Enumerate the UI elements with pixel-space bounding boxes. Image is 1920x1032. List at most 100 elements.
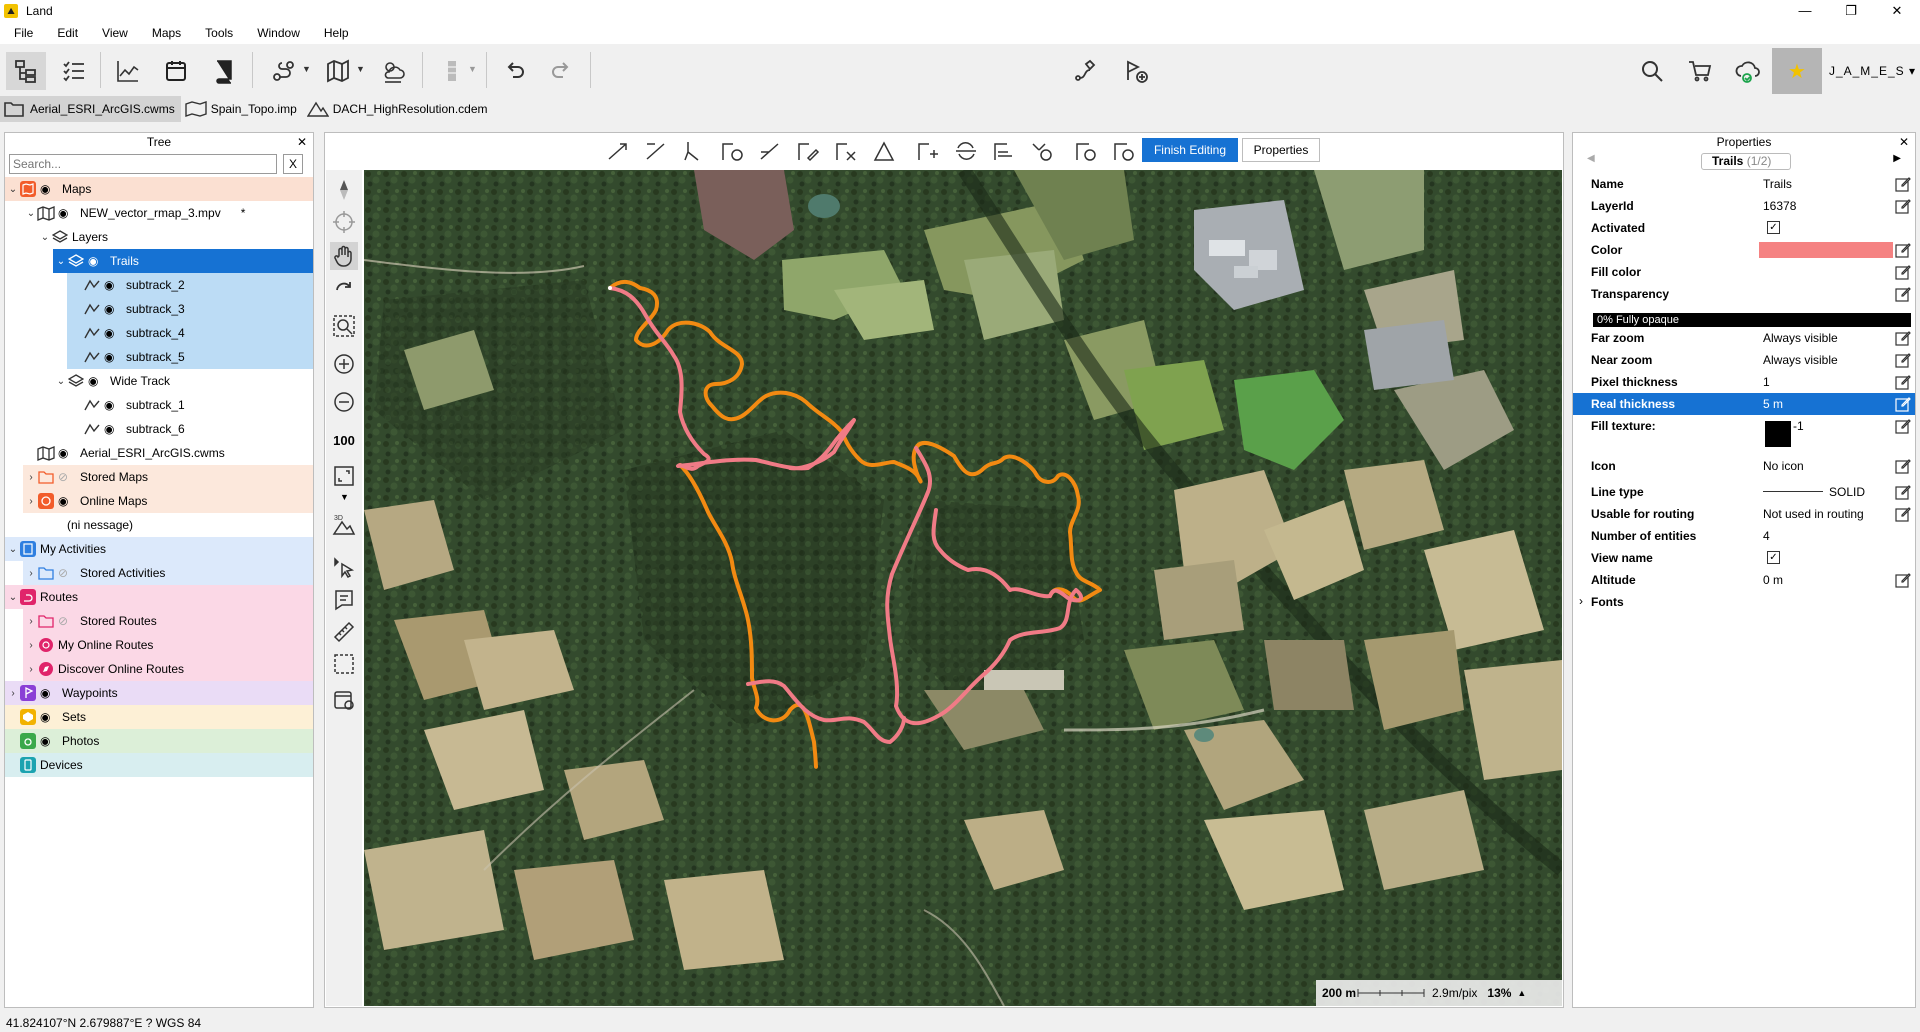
chevron-right-icon[interactable]: ›	[25, 472, 37, 483]
chevron-down-icon[interactable]: ▼	[302, 64, 311, 74]
hidden-eye-icon[interactable]: ⊘	[58, 614, 74, 628]
route-tools-button[interactable]	[264, 52, 304, 90]
chevron-down-icon[interactable]: ⌄	[7, 592, 19, 603]
chevron-down-icon[interactable]: ▼	[340, 492, 349, 502]
activated-checkbox[interactable]: ✓	[1767, 221, 1780, 234]
file-tab-aerial[interactable]: Aerial_ESRI_ArcGIS.cwms	[0, 96, 181, 122]
prev-layer-arrow-icon[interactable]: ◀	[1587, 153, 1595, 164]
tree-node-subtrack-5[interactable]: ◉ subtrack_5	[67, 345, 313, 369]
tree-node-subtrack-4[interactable]: ◉ subtrack_4	[67, 321, 313, 345]
visibility-eye-icon[interactable]: ◉	[58, 206, 74, 220]
file-tab-spain-topo[interactable]: Spain_Topo.imp	[181, 96, 303, 122]
chevron-up-icon[interactable]: ▲	[1517, 988, 1526, 998]
zoom-area-button[interactable]	[330, 312, 358, 340]
edit-icon[interactable]	[1895, 374, 1911, 390]
tree-node-vector-map[interactable]: ⌄ ◉ NEW_vector_rmap_3.mpv *	[5, 201, 313, 225]
tree-node-layers[interactable]: ⌄ Layers	[5, 225, 313, 249]
edit-icon[interactable]	[1895, 572, 1911, 588]
visibility-eye-icon[interactable]: ◉	[40, 182, 56, 196]
visibility-eye-icon[interactable]: ◉	[104, 350, 120, 364]
visibility-eye-icon[interactable]: ◉	[88, 374, 104, 388]
tree-node-aerial-map[interactable]: ◉ Aerial_ESRI_ArcGIS.cwms	[5, 441, 313, 465]
visibility-eye-icon[interactable]: ◉	[88, 254, 104, 268]
select-tool-button[interactable]	[330, 554, 358, 582]
reverse-button[interactable]	[952, 138, 980, 164]
calendar-button[interactable]	[156, 52, 196, 90]
elevation-chart-button[interactable]	[108, 52, 148, 90]
auto-route-button[interactable]	[1028, 138, 1056, 164]
rotate-button[interactable]	[330, 276, 358, 304]
edit-icon[interactable]	[1895, 286, 1911, 302]
visibility-eye-icon[interactable]: ◉	[58, 494, 74, 508]
redo-button[interactable]	[542, 52, 582, 90]
split-button[interactable]	[680, 138, 708, 164]
compass-button[interactable]	[330, 176, 358, 204]
zoom-out-button[interactable]	[330, 388, 358, 416]
tree-node-my-activities[interactable]: ⌄ My Activities	[5, 537, 313, 561]
add-node-button[interactable]	[718, 138, 746, 164]
layer-selector[interactable]: Trails (1/2)	[1701, 153, 1791, 170]
chevron-down-icon[interactable]: ⌄	[55, 256, 67, 267]
tree-node-subtrack-6[interactable]: ◉ subtrack_6	[67, 417, 313, 441]
fill-color-swatch[interactable]	[1759, 264, 1893, 280]
close-track-2-button[interactable]	[1110, 138, 1138, 164]
book-button[interactable]	[204, 52, 244, 90]
visibility-eye-icon[interactable]: ◉	[58, 446, 74, 460]
edit-icon[interactable]	[1895, 352, 1911, 368]
chevron-right-icon[interactable]: ›	[25, 664, 37, 675]
texture-swatch[interactable]	[1765, 421, 1791, 447]
edit-icon[interactable]	[1895, 176, 1911, 192]
close-button[interactable]: ✕	[1874, 0, 1920, 22]
view-name-checkbox[interactable]: ✓	[1767, 551, 1780, 564]
hidden-eye-icon[interactable]: ⊘	[58, 470, 74, 484]
menu-help[interactable]: Help	[312, 26, 361, 40]
close-panel-button[interactable]: ✕	[297, 133, 307, 151]
tree-node-subtrack-1[interactable]: ◉ subtrack_1	[67, 393, 313, 417]
select-area-button[interactable]	[330, 650, 358, 678]
chevron-down-icon[interactable]: ⌄	[55, 376, 67, 387]
color-swatch[interactable]	[1759, 242, 1893, 258]
clear-search-button[interactable]: X	[283, 154, 303, 174]
pan-button[interactable]	[330, 242, 358, 270]
tree-node-routes[interactable]: ⌄ Routes	[5, 585, 313, 609]
next-layer-arrow-icon[interactable]: ▶	[1893, 153, 1901, 164]
notes-button[interactable]	[330, 586, 358, 614]
fit-view-button[interactable]	[330, 462, 358, 490]
visibility-eye-icon[interactable]: ◉	[104, 422, 120, 436]
edit-icon[interactable]	[1895, 458, 1911, 474]
edit-icon[interactable]	[1895, 396, 1911, 412]
edit-icon[interactable]	[1895, 506, 1911, 522]
cut-button[interactable]	[832, 138, 860, 164]
join-button[interactable]	[756, 138, 784, 164]
visibility-eye-icon[interactable]: ◉	[104, 302, 120, 316]
visibility-eye-icon[interactable]: ◉	[40, 734, 56, 748]
chevron-down-icon[interactable]: ⌄	[25, 208, 37, 219]
chevron-down-icon[interactable]: ▼	[356, 64, 365, 74]
transparency-slider[interactable]: 0% Fully opaque	[1593, 313, 1911, 327]
menu-window[interactable]: Window	[245, 26, 312, 40]
chevron-right-icon[interactable]: ›	[25, 496, 37, 507]
finish-editing-button[interactable]: Finish Editing	[1142, 138, 1238, 162]
chevron-down-icon[interactable]: ⌄	[7, 544, 19, 555]
tree-node-online-maps[interactable]: › ◉ Online Maps	[23, 489, 313, 513]
menu-tools[interactable]: Tools	[193, 26, 245, 40]
prop-real-thickness[interactable]: Real thickness 5 m	[1573, 393, 1915, 415]
tree-node-devices[interactable]: Devices	[5, 753, 313, 777]
visibility-eye-icon[interactable]: ◉	[104, 278, 120, 292]
edit-points-button[interactable]	[794, 138, 822, 164]
chevron-down-icon[interactable]: ⌄	[39, 232, 51, 243]
checklist-button[interactable]	[54, 52, 94, 90]
tree-node-discover-routes[interactable]: › Discover Online Routes	[23, 657, 313, 681]
edit-icon[interactable]	[1895, 242, 1911, 258]
tree-search-input[interactable]	[9, 154, 277, 174]
minimize-button[interactable]: —	[1782, 0, 1828, 22]
draw-line-2-button[interactable]	[642, 138, 670, 164]
store-button[interactable]	[1680, 52, 1720, 90]
close-panel-button[interactable]: ✕	[1899, 133, 1909, 151]
edit-icon[interactable]	[1895, 198, 1911, 214]
menu-view[interactable]: View	[90, 26, 140, 40]
edit-icon[interactable]	[1895, 484, 1911, 500]
tree-node-stored-maps[interactable]: › ⊘ Stored Maps	[23, 465, 313, 489]
triangle-button[interactable]	[870, 138, 898, 164]
tree-node-photos[interactable]: ◉ Photos	[5, 729, 313, 753]
